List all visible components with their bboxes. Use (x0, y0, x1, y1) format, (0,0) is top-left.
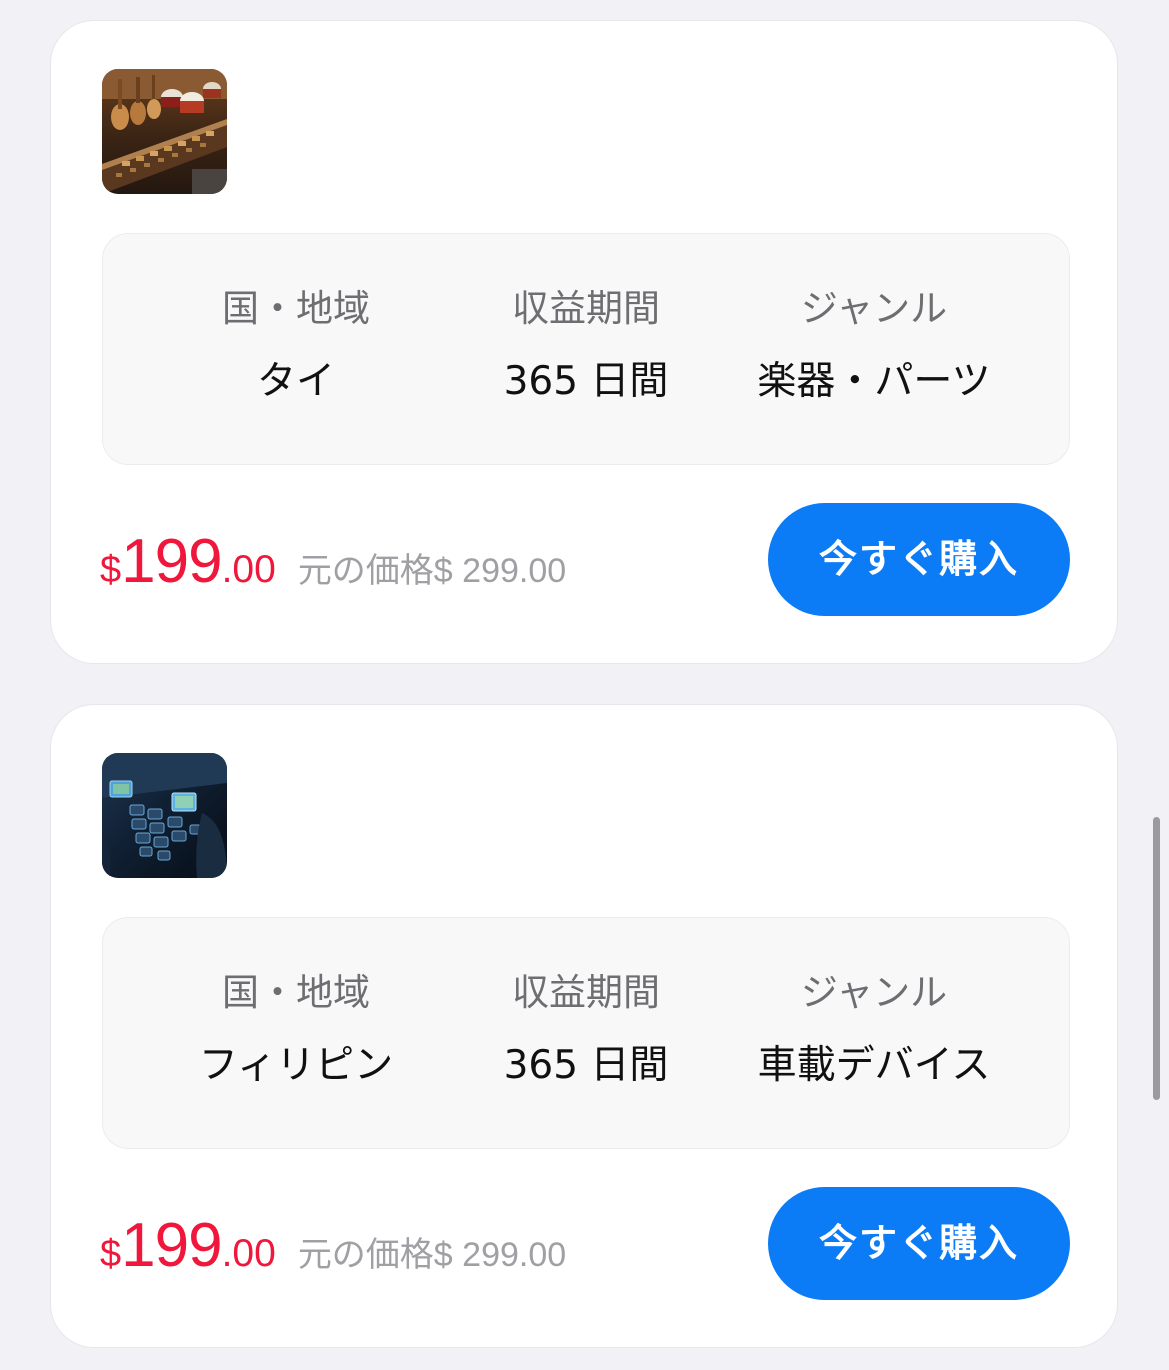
period-label: 収益期間 (512, 971, 660, 1014)
buy-now-button[interactable]: 今すぐ購入 (768, 1187, 1070, 1300)
car-devices-image-icon (102, 753, 227, 878)
genre-value: 車載デバイス (757, 1043, 991, 1088)
genre-value: 楽器・パーツ (757, 359, 991, 404)
region-label: 国・地域 (222, 971, 370, 1014)
instruments-image-icon (102, 69, 227, 194)
top-background-strip (0, 0, 1169, 22)
car-devices-thumbnail[interactable] (102, 753, 227, 878)
period-label: 収益期間 (512, 287, 660, 330)
price-row: $199.00 元の価格$ 299.00 (100, 529, 566, 595)
product-card: 国・地域 フィリピン 収益期間 365 日間 ジャンル 車載デバイス $199.… (50, 704, 1118, 1348)
musical-instruments-thumbnail[interactable] (102, 69, 227, 194)
product-card: 国・地域 タイ 収益期間 365 日間 ジャンル 楽器・パーツ $199.00 元… (50, 20, 1118, 664)
vertical-scrollbar[interactable] (1153, 817, 1160, 1100)
original-price: 元の価格$ 299.00 (297, 552, 567, 590)
region-column: 国・地域 タイ (151, 234, 441, 464)
period-column: 収益期間 365 日間 (441, 234, 731, 464)
period-value: 365 日間 (503, 359, 669, 404)
period-value: 365 日間 (503, 1043, 669, 1088)
product-info-box: 国・地域 タイ 収益期間 365 日間 ジャンル 楽器・パーツ (102, 233, 1070, 465)
region-value: タイ (256, 359, 335, 404)
genre-column: ジャンル 楽器・パーツ (729, 234, 1019, 464)
price-decimal: .00 (221, 548, 276, 591)
genre-label: ジャンル (800, 287, 948, 330)
genre-column: ジャンル 車載デバイス (729, 918, 1019, 1148)
region-label: 国・地域 (222, 287, 370, 330)
price-currency: $ (100, 549, 122, 591)
product-info-box: 国・地域 フィリピン 収益期間 365 日間 ジャンル 車載デバイス (102, 917, 1070, 1149)
price-integer: 199 (121, 527, 222, 596)
price-currency: $ (100, 1233, 122, 1275)
price-decimal: .00 (221, 1232, 276, 1275)
period-column: 収益期間 365 日間 (441, 918, 731, 1148)
price-integer: 199 (121, 1211, 222, 1280)
buy-now-button[interactable]: 今すぐ購入 (768, 503, 1070, 616)
price-row: $199.00 元の価格$ 299.00 (100, 1213, 566, 1279)
region-column: 国・地域 フィリピン (151, 918, 441, 1148)
genre-label: ジャンル (800, 971, 948, 1014)
original-price: 元の価格$ 299.00 (297, 1236, 567, 1274)
region-value: フィリピン (198, 1043, 394, 1088)
